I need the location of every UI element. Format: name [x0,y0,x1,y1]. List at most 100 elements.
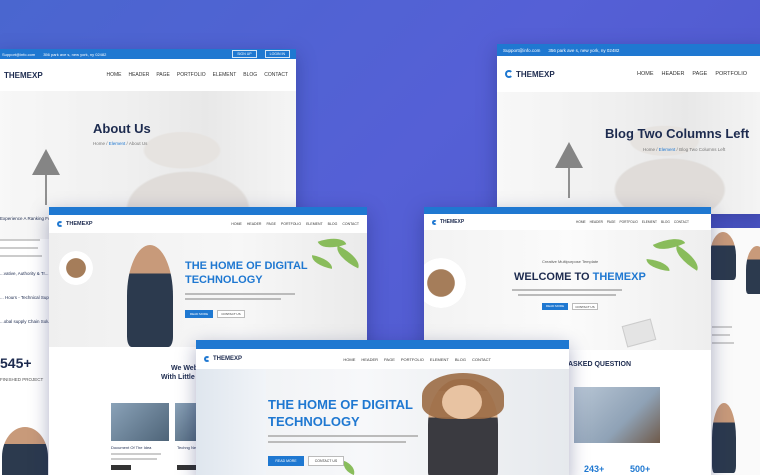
menu-item-home[interactable]: HOME [106,72,121,78]
card-image-1 [111,403,169,441]
logo[interactable]: THEMEXP [505,70,555,79]
plant-leaf [332,245,364,269]
menu-item-contact[interactable]: CONTACT [264,72,288,78]
plant-leaf [645,258,671,272]
breadcrumb: Home / Element / Blog Two Columns Left [643,147,726,152]
hero-title-line1: THE HOME OF DIGITAL [185,260,308,272]
digital2-topbar [196,340,569,349]
digital1-topbar [49,207,367,215]
menu-item-header[interactable]: HEADER [128,72,149,78]
read-more-button[interactable]: READ MORE [185,310,213,318]
menu-item-home[interactable]: HOME [637,71,654,77]
logo-text: THEMEXP [440,219,465,225]
breadcrumb-element[interactable]: Element [109,141,126,146]
read-more-button[interactable]: READ MORE [268,456,304,466]
menu-item-blog[interactable]: BLOG [243,72,257,78]
breadcrumb-home[interactable]: Home [93,141,105,146]
logo[interactable]: THEMEXP [432,219,464,225]
logo[interactable]: THEMEXP [57,221,93,227]
person-with-glasses [2,427,48,475]
menu-item-contact[interactable]: CONTACT [342,222,359,226]
menu-item-home[interactable]: HOME [343,357,355,362]
menu-item-contact[interactable]: CONTACT [472,357,491,362]
text-line [111,458,157,460]
menu-item-blog[interactable]: BLOG [328,222,338,226]
text-line [512,289,622,291]
coffee-cup-image [424,258,466,308]
signup-button[interactable]: SIGN UP [232,50,257,58]
menu-item-page[interactable]: PAGE [692,71,707,77]
breadcrumb-element[interactable]: Element [659,147,676,152]
menu-item-blog[interactable]: BLOG [661,220,670,224]
menu-item-home[interactable]: HOME [231,222,242,226]
text-line [712,342,734,344]
text-line [712,334,730,336]
feature-text-3: ... Hours - Technical Sup... [0,295,53,300]
logo[interactable]: THEMEXP [204,356,242,362]
digital-tech-screenshot-2: THEMEXP HOME HEADER PAGE PORTFOLIO ELEME… [196,340,569,475]
stat-1: 243+ [584,464,605,474]
menu-item-contact[interactable]: CONTACT [674,220,689,224]
feature-text-1: Experience A Ranking Fo... [0,216,55,221]
menu-item-element[interactable]: ELEMENT [306,222,323,226]
logo-icon [432,219,437,225]
read-more-button[interactable]: READ MORE [542,303,568,310]
email-text: Support@info.com [2,51,36,57]
login-button[interactable]: LOGIN IN [264,50,290,58]
menu-item-element[interactable]: ELEMENT [213,72,237,78]
menu-item-element[interactable]: ELEMENT [430,357,449,362]
about-topbar: Support@info.com 356 park ave s, new yor… [0,49,296,59]
card-title-1: Document Of The Idea [111,445,152,450]
menu-item-page[interactable]: PAGE [607,220,616,224]
contact-us-button[interactable]: CONTACT US [308,456,344,466]
blog-hero-image [497,92,760,214]
menu-item-header[interactable]: HEADER [590,220,603,224]
welcome-navbar: THEMEXP HOME HEADER PAGE PORTFOLIO ELEME… [424,214,711,230]
hero-title-brand: THEMEXP [592,271,646,283]
blog-topbar: Support@info.com 356 park ave s, new yor… [497,44,760,56]
menu-item-portfolio[interactable]: PORTFOLIO [620,220,638,224]
menu-item-portfolio[interactable]: PORTFOLIO [281,222,301,226]
breadcrumb: Home / Element / About Us [93,141,148,146]
text-line [268,441,406,443]
logo-icon [505,70,513,78]
contact-us-button[interactable]: CONTACT US [572,303,598,310]
menu-item-page[interactable]: PAGE [266,222,275,226]
breadcrumb-current: About Us [128,141,148,146]
main-menu: HOME HEADER PAGE PORTFOLIO [637,71,747,77]
menu-item-page[interactable]: PAGE [156,72,170,78]
main-menu: HOME HEADER PAGE PORTFOLIO ELEMENT BLOG … [106,72,288,78]
logo-icon [57,221,63,227]
main-menu: HOME HEADER PAGE PORTFOLIO ELEMENT BLOG … [343,357,491,362]
menu-item-page[interactable]: PAGE [384,357,395,362]
card-button-2[interactable] [177,465,197,470]
page-title: Blog Two Columns Left [605,126,750,141]
menu-item-home[interactable]: HOME [576,220,586,224]
menu-item-portfolio[interactable]: PORTFOLIO [715,71,747,77]
coffee-cup-image [59,251,93,285]
hero-subtitle: Creative Multipurpose Template [542,259,599,264]
digital2-navbar: THEMEXP HOME HEADER PAGE PORTFOLIO ELEME… [196,349,569,369]
face [442,385,482,419]
hero-overlay [497,92,760,214]
menu-item-blog[interactable]: BLOG [455,357,466,362]
menu-item-header[interactable]: HEADER [247,222,262,226]
logo-text: THEMEXP [213,356,243,362]
text-line [185,298,281,300]
plant-leaf [310,255,334,269]
hero-title-line1: THE HOME OF DIGITAL [268,397,413,412]
team-member-1 [710,232,736,280]
menu-item-header[interactable]: HEADER [361,357,378,362]
welcome-topbar [424,207,711,214]
menu-item-header[interactable]: HEADER [662,71,685,77]
breadcrumb-home[interactable]: Home [643,147,655,152]
logo[interactable]: THEMEXP [4,71,43,80]
menu-item-portfolio[interactable]: PORTFOLIO [401,357,424,362]
menu-item-portfolio[interactable]: PORTFOLIO [177,72,206,78]
breadcrumb-current: Blog Two Columns Left [679,147,726,152]
digital1-hero [49,232,367,347]
menu-item-element[interactable]: ELEMENT [642,220,657,224]
card-button-1[interactable] [111,465,131,470]
section-title-1: We Web [171,365,198,372]
contact-us-button[interactable]: CONTACT US [217,310,245,318]
